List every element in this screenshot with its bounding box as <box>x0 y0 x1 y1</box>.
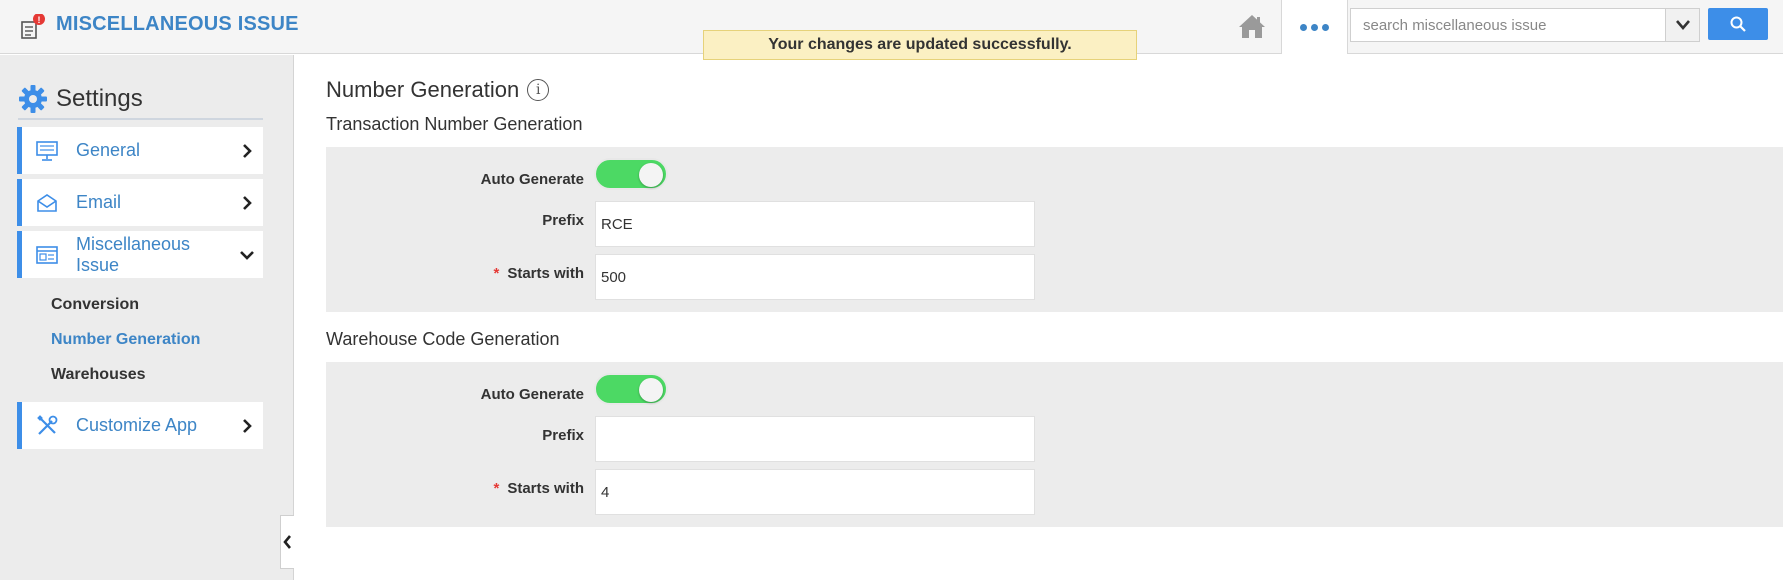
warehouse-starts-with-input[interactable] <box>595 469 1035 515</box>
info-icon[interactable]: i <box>527 79 550 101</box>
monitor-icon <box>34 138 60 164</box>
sidebar-item-label: General <box>76 140 141 160</box>
transaction-section-title: Transaction Number Generation <box>326 114 583 134</box>
envelope-icon <box>34 190 60 216</box>
toggle-knob <box>639 378 663 402</box>
chevron-down-icon <box>1675 20 1690 30</box>
warehouse-panel: Auto Generate Prefix * Starts with <box>326 362 1783 527</box>
svg-text:!: ! <box>38 15 41 25</box>
prefix-label: Prefix <box>542 212 584 229</box>
success-toast: Your changes are updated successfully. <box>703 30 1137 60</box>
transaction-auto-generate-toggle[interactable] <box>594 158 668 190</box>
app-title: MISCELLANEOUS ISSUE <box>56 13 299 35</box>
sidebar-subitem-conversion[interactable]: Conversion <box>51 296 139 314</box>
gear-icon <box>19 85 47 113</box>
sidebar-item-label: Customize App <box>76 415 198 435</box>
starts-with-label-text: Starts with <box>507 480 584 497</box>
transaction-prefix-input[interactable] <box>595 201 1035 247</box>
starts-with-label-text: Starts with <box>507 265 584 282</box>
required-marker: * <box>493 265 500 282</box>
required-marker: * <box>493 480 500 497</box>
sidebar-item-email[interactable]: Email <box>17 179 263 226</box>
transaction-starts-with-input[interactable] <box>595 254 1035 300</box>
sidebar-title: Settings <box>56 85 143 112</box>
chevron-left-icon <box>283 535 291 549</box>
sidebar-item-label: Email <box>76 192 122 212</box>
chevron-right-icon <box>237 141 257 161</box>
search-icon <box>1730 16 1746 32</box>
app-logo-icon[interactable]: ! <box>18 13 46 42</box>
prefix-label: Prefix <box>542 427 584 444</box>
chevron-right-icon <box>237 416 257 436</box>
sidebar: Settings General Email Miscellaneous Iss… <box>0 55 294 580</box>
chevron-right-icon <box>237 193 257 213</box>
starts-with-label: * Starts with <box>326 480 584 497</box>
warehouse-section-title: Warehouse Code Generation <box>326 329 560 349</box>
sidebar-subitem-number-generation[interactable]: Number Generation <box>51 331 200 349</box>
warehouse-prefix-input[interactable] <box>595 416 1035 462</box>
sidebar-item-customize-app[interactable]: Customize App <box>17 402 263 449</box>
search-input[interactable] <box>1350 8 1666 42</box>
warehouse-auto-generate-toggle[interactable] <box>594 373 668 405</box>
sidebar-item-label: Miscellaneous Issue <box>76 233 191 275</box>
auto-generate-label: Auto Generate <box>480 171 584 188</box>
sidebar-item-miscellaneous-issue[interactable]: Miscellaneous Issue <box>17 231 263 278</box>
chevron-down-icon <box>237 245 257 265</box>
search-dropdown-button[interactable] <box>1665 8 1700 42</box>
document-icon <box>34 242 60 268</box>
toggle-knob <box>639 163 663 187</box>
page-title: Number Generation i <box>326 77 550 103</box>
sidebar-subitem-warehouses[interactable]: Warehouses <box>51 366 146 384</box>
page-title-text: Number Generation <box>326 77 520 102</box>
sidebar-item-general[interactable]: General <box>17 127 263 174</box>
ellipsis-icon <box>1300 23 1307 31</box>
home-button[interactable] <box>1232 8 1272 44</box>
starts-with-label: * Starts with <box>326 265 584 282</box>
sidebar-header: Settings <box>18 80 263 120</box>
search-button[interactable] <box>1708 8 1768 40</box>
home-icon <box>1239 15 1265 38</box>
tools-icon <box>34 413 60 439</box>
more-options-button[interactable] <box>1281 0 1348 54</box>
collapse-sidebar-button[interactable] <box>280 515 294 569</box>
transaction-panel: Auto Generate Prefix * Starts with <box>326 147 1783 312</box>
auto-generate-label: Auto Generate <box>480 386 584 403</box>
main-content: Number Generation i Transaction Number G… <box>295 55 1783 580</box>
